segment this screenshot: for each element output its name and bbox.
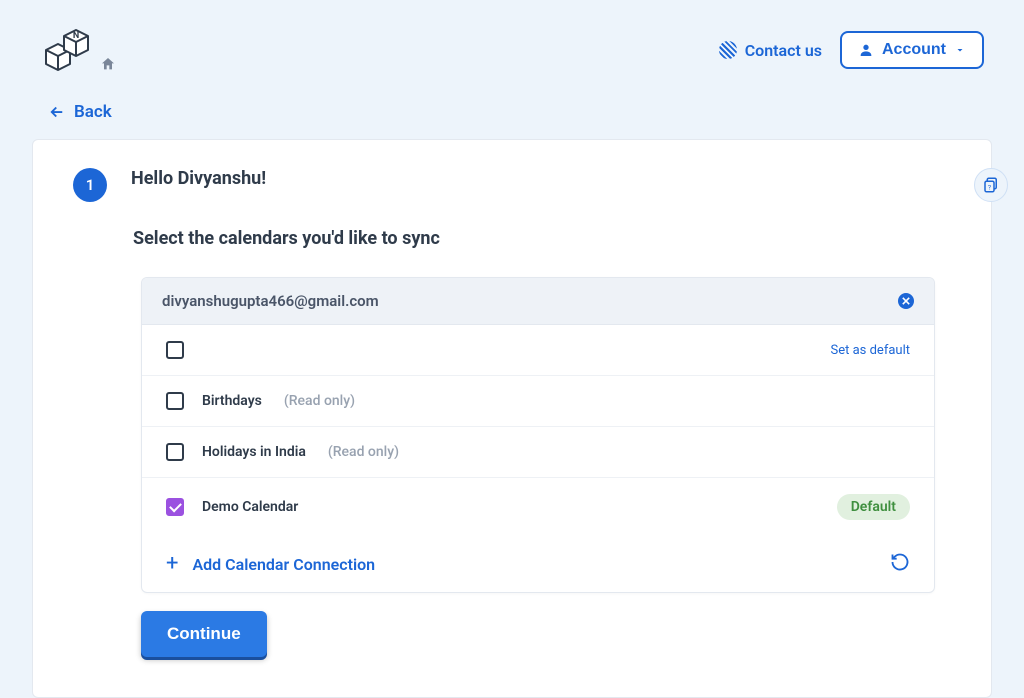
contact-icon (719, 41, 737, 59)
greeting-text: Hello Divyanshu! (131, 168, 266, 189)
add-calendar-connection-button[interactable]: + Add Calendar Connection (166, 553, 375, 575)
account-label: Account (882, 41, 946, 59)
account-button[interactable]: Account (840, 31, 984, 69)
set-as-default-link[interactable]: Set as default (831, 343, 911, 358)
calendar-checkbox[interactable] (166, 341, 184, 359)
calendar-name: Birthdays (202, 393, 262, 409)
remove-connection-button[interactable] (898, 293, 914, 309)
calendar-row: Holidays in India (Read only) (142, 427, 934, 478)
continue-button[interactable]: Continue (141, 611, 267, 657)
contact-us-link[interactable]: Contact us (719, 41, 822, 60)
app-logo[interactable]: N (40, 24, 90, 76)
user-icon (858, 42, 874, 58)
calendar-checkbox[interactable] (166, 392, 184, 410)
connection-header: divyanshugupta466@gmail.com (142, 278, 934, 325)
subtitle-text: Select the calendars you'd like to sync (133, 228, 991, 249)
top-actions: Contact us Account (719, 31, 984, 69)
refresh-button[interactable] (890, 552, 910, 576)
svg-text:?: ? (988, 184, 991, 192)
step-header: 1 Hello Divyanshu! (33, 168, 991, 202)
default-badge: Default (837, 494, 910, 520)
logo-area: N (40, 24, 116, 76)
calendar-row: Demo Calendar Default (142, 478, 934, 536)
calendar-name: Holidays in India (202, 444, 306, 460)
close-icon (902, 297, 910, 305)
main-card: 1 Hello Divyanshu! Select the calendars … (32, 139, 992, 698)
calendar-row: Birthdays (Read only) (142, 376, 934, 427)
calendar-row: Set as default (142, 325, 934, 376)
calendar-checkbox[interactable] (166, 443, 184, 461)
calendar-section: divyanshugupta466@gmail.com Set as defau… (141, 277, 935, 657)
step-number-badge: 1 (73, 168, 107, 202)
add-connection-label: Add Calendar Connection (192, 555, 375, 574)
refresh-icon (890, 552, 910, 572)
connection-email: divyanshugupta466@gmail.com (162, 292, 379, 310)
back-link[interactable]: Back (48, 102, 112, 122)
calendar-name: Demo Calendar (202, 499, 298, 515)
chevron-down-icon (954, 44, 966, 56)
contact-us-label: Contact us (745, 41, 822, 60)
connection-panel: divyanshugupta466@gmail.com Set as defau… (141, 277, 935, 593)
readonly-label: (Read only) (328, 444, 399, 460)
back-label: Back (74, 102, 112, 122)
calendar-checkbox[interactable] (166, 498, 184, 516)
plus-icon: + (166, 553, 178, 575)
add-connection-row: + Add Calendar Connection (142, 536, 934, 592)
readonly-label: (Read only) (284, 393, 355, 409)
home-icon[interactable] (100, 56, 116, 76)
help-button[interactable]: ? (974, 168, 1008, 202)
help-icon: ? (982, 176, 1000, 194)
topbar: N Contact us Account (0, 0, 1024, 86)
arrow-left-icon (48, 103, 66, 121)
svg-text:N: N (73, 31, 79, 41)
